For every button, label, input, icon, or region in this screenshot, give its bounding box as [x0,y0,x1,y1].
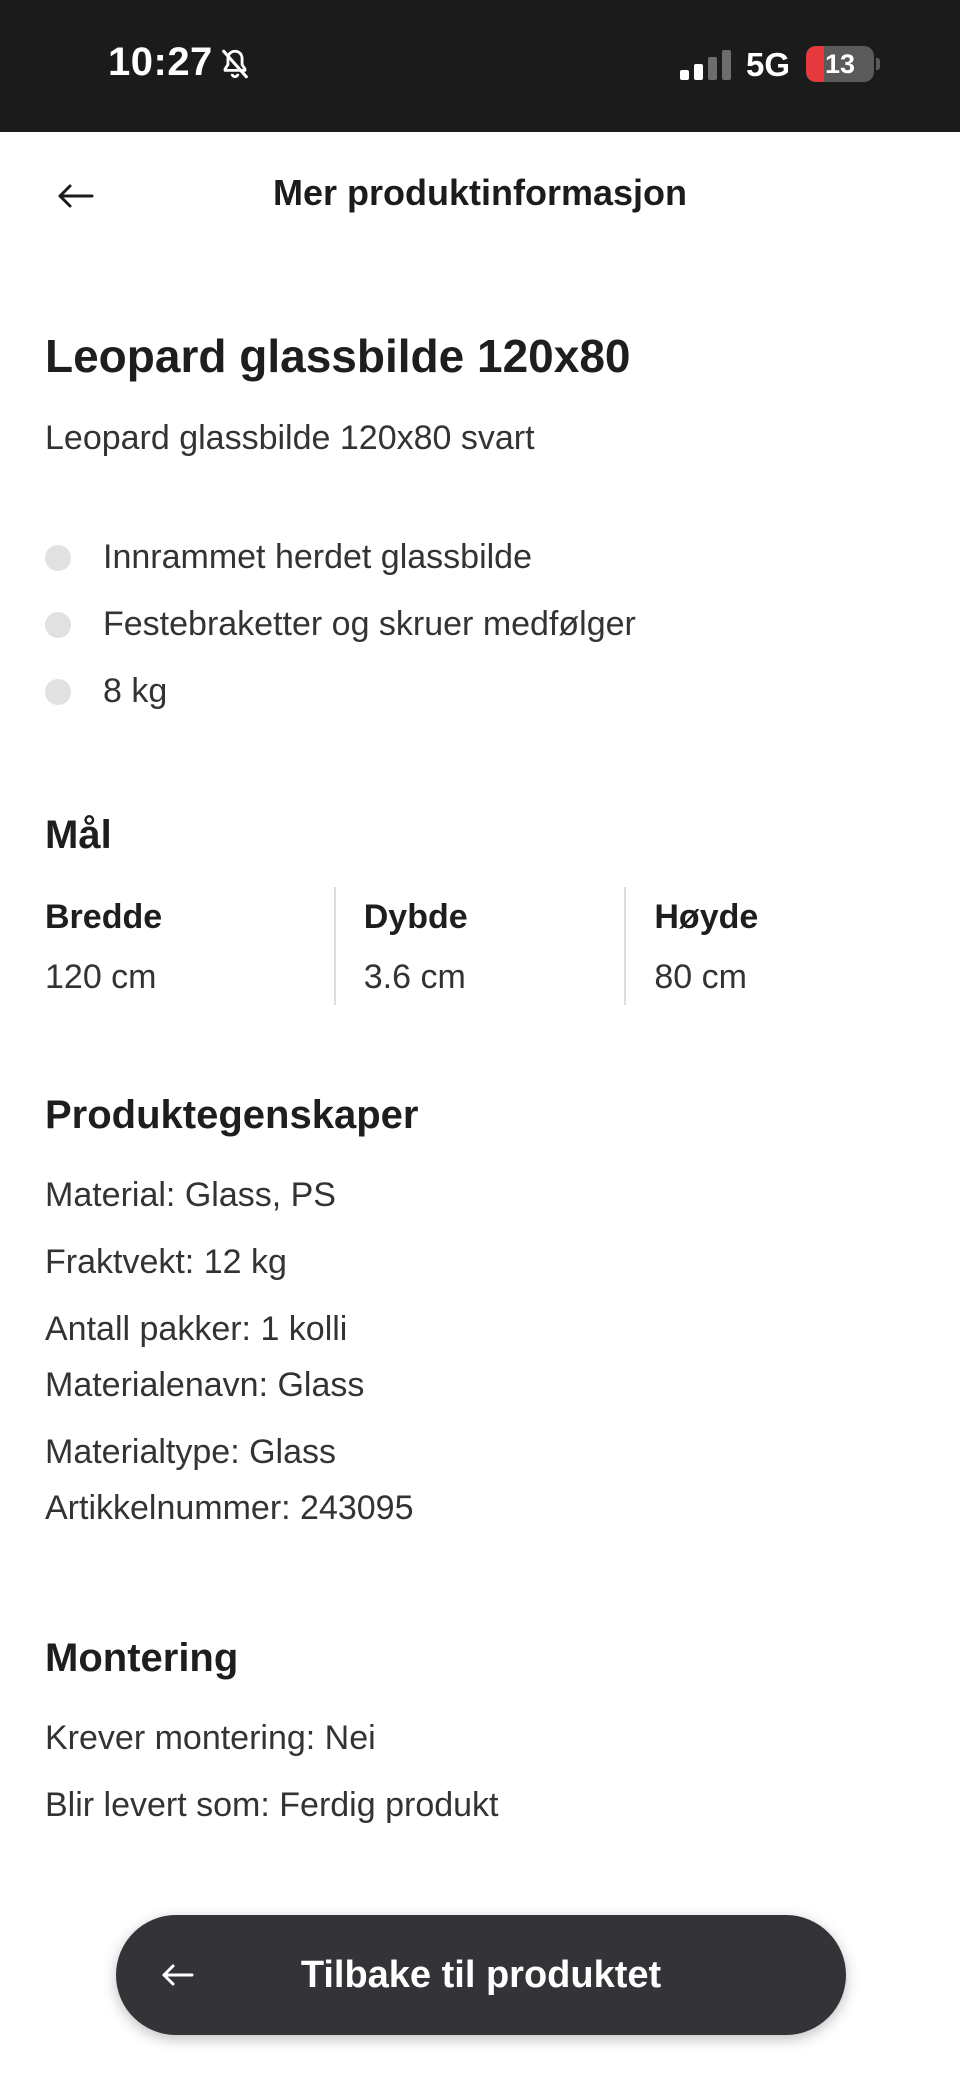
header: Mer produktinformasjon [0,132,960,262]
back-to-product-label: Tilbake til produktet [300,1954,662,1996]
mounting-title: Montering [45,1636,239,1680]
dimension-label: Bredde [45,898,163,936]
dimension-depth: Dybde 3.6 cm [333,887,625,1005]
bell-slash-icon [222,49,248,79]
feature-text: Innrammet herdet glassbilde [103,538,533,576]
properties-section: Produktegenskaper Material: Glass, PS Fr… [45,1085,915,1536]
mounting-list: Krever montering: Nei Blir levert som: F… [45,1710,915,1833]
property-item: Materialtype: Glass [45,1433,336,1471]
bullet-dot-icon [45,544,71,571]
dimensions-section: Mål Bredde 120 cm Dybde 3.6 cm Høyde 80 … [45,805,915,1005]
mounting-item: Blir levert som: Ferdig produkt [45,1786,499,1824]
properties-list: Material: Glass, PS Fraktvekt: 12 kg Ant… [45,1167,915,1536]
dimension-label: Dybde [363,898,468,936]
properties-title: Produktegenskaper [45,1093,419,1137]
product-info-content: Leopard glassbilde 120x80 Leopard glassb… [45,320,915,1833]
status-bar: 10:27 5G 13 [0,0,960,132]
bullet-dot-icon [45,611,71,638]
product-subtitle: Leopard glassbilde 120x80 svart [45,419,535,457]
dimension-height: Høyde 80 cm [624,887,915,1005]
product-title: Leopard glassbilde 120x80 [45,330,631,382]
property-item: Antall pakker: 1 kolli [45,1310,348,1348]
signal-icon [680,50,731,80]
dimensions-grid: Bredde 120 cm Dybde 3.6 cm Høyde 80 cm [45,887,915,1005]
back-to-product-button[interactable]: Tilbake til produktet [116,1915,846,2035]
dimension-value: 3.6 cm [363,958,466,996]
feature-text: Festebraketter og skruer medfølger [103,605,636,643]
dimension-value: 120 cm [45,958,157,996]
property-item: Material: Glass, PS [45,1176,336,1214]
page-title: Mer produktinformasjon [272,172,688,213]
battery-tip [876,58,880,70]
property-item: Materialenavn: Glass [45,1366,365,1404]
mounting-item: Krever montering: Nei [45,1719,376,1757]
battery-icon: 13 [806,46,874,82]
feature-text: 8 kg [103,672,168,710]
dimensions-title: Mål [45,813,112,857]
property-item: Fraktvekt: 12 kg [45,1243,287,1281]
dimension-label: Høyde [654,898,759,936]
property-item: Artikkelnummer: 243095 [45,1489,414,1527]
dimension-width: Bredde 120 cm [45,887,334,1005]
dimension-value: 80 cm [654,958,747,996]
feature-list: Innrammet herdet glassbilde Festebrakett… [45,524,915,725]
mounting-section: Montering Krever montering: Nei Blir lev… [45,1628,915,1833]
feature-item: Innrammet herdet glassbilde [45,524,915,591]
feature-item: 8 kg [45,658,915,725]
status-time: 10:27 [108,40,213,84]
bullet-dot-icon [45,678,71,705]
battery-percent: 13 [824,49,856,79]
network-label: 5G [746,46,791,83]
feature-item: Festebraketter og skruer medfølger [45,591,915,658]
